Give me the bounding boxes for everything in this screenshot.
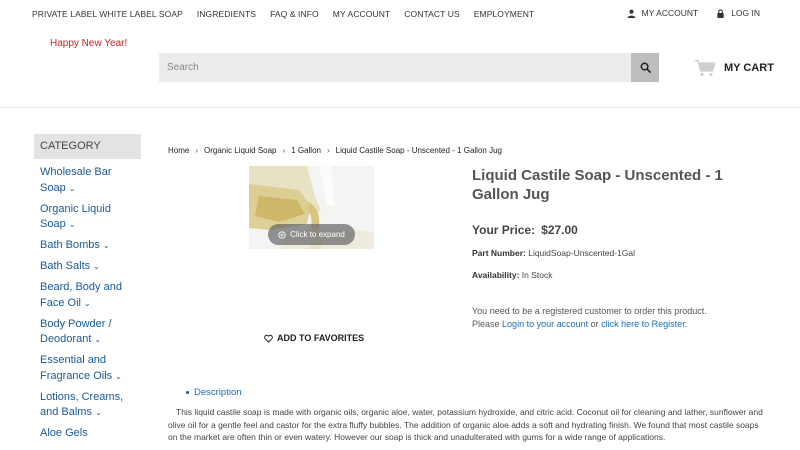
add-to-favorites-button[interactable]: ADD TO FAVORITES: [264, 333, 364, 343]
nav-link-ingredients[interactable]: INGREDIENTS: [197, 9, 256, 19]
product-price: Your Price: $27.00: [472, 223, 578, 237]
heart-icon: [264, 334, 273, 343]
category-label: Wholesale Bar Soap: [40, 166, 112, 194]
category-item-lotions[interactable]: Lotions, Creams, and Balms ⌄: [40, 390, 141, 421]
description-tab[interactable]: Description: [186, 387, 242, 398]
category-item-beard-body-face-oil[interactable]: Beard, Body and Face Oil ⌄: [40, 280, 141, 311]
breadcrumb-separator: ›: [282, 146, 286, 155]
my-account-link[interactable]: MY ACCOUNT: [627, 8, 699, 18]
account-links: MY ACCOUNT LOG IN: [627, 8, 760, 18]
category-item-body-powder[interactable]: Body Powder / Deodorant ⌄: [40, 317, 141, 348]
register-link[interactable]: click here to Register.: [601, 319, 687, 329]
my-account-label: MY ACCOUNT: [641, 8, 699, 18]
top-navigation: PRIVATE LABEL WHITE LABEL SOAP INGREDIEN…: [0, 0, 800, 28]
category-item-wholesale-bar-soap[interactable]: Wholesale Bar Soap ⌄: [40, 165, 141, 196]
top-nav-links: PRIVATE LABEL WHITE LABEL SOAP INGREDIEN…: [32, 9, 534, 19]
chevron-down-icon: ⌄: [83, 298, 91, 308]
category-label: Aloe Gels: [40, 427, 88, 439]
category-label: Bath Bombs: [40, 239, 100, 251]
search-icon: [640, 62, 651, 73]
availability-value: In Stock: [521, 270, 553, 280]
chevron-down-icon: ⌄: [68, 220, 76, 229]
nav-link-contact[interactable]: CONTACT US: [404, 9, 459, 19]
description-tab-label: Description: [194, 387, 242, 398]
breadcrumb-home[interactable]: Home: [168, 146, 189, 155]
category-item-bath-bombs[interactable]: Bath Bombs ⌄: [40, 238, 141, 254]
login-link[interactable]: LOG IN: [716, 8, 760, 18]
category-item-bath-salts[interactable]: Bath Salts ⌄: [40, 259, 141, 275]
search-bar: [159, 53, 659, 82]
price-value: $27.00: [541, 223, 578, 237]
category-sidebar: CATEGORY Wholesale Bar Soap ⌄ Organic Liq…: [34, 134, 141, 447]
click-to-expand-label: Click to expand: [290, 230, 345, 239]
category-label: Beard, Body and Face Oil: [40, 281, 122, 309]
part-number-label: Part Number:: [472, 248, 526, 258]
breadcrumb-current[interactable]: Liquid Castile Soap - Unscented - 1 Gall…: [336, 146, 502, 155]
price-label: Your Price:: [472, 223, 536, 237]
chevron-down-icon: ⌄: [68, 183, 76, 193]
breadcrumb-separator: ›: [326, 146, 330, 155]
category-list: Wholesale Bar Soap ⌄ Organic Liquid Soap ⌄…: [34, 159, 141, 442]
breadcrumb-1-gallon[interactable]: 1 Gallon: [291, 146, 321, 155]
chevron-down-icon: ⌄: [115, 371, 122, 381]
cart-label: MY CART: [724, 62, 774, 74]
availability: Availability: In Stock: [472, 270, 553, 280]
registration-notice: You need to be a registered customer to …: [472, 305, 772, 331]
part-number: Part Number: LiquidSoap-Unscented-1Gal: [472, 248, 635, 258]
category-label: Lotions, Creams, and Balms: [40, 390, 124, 419]
category-item-aloe-gels[interactable]: Aloe Gels: [40, 426, 141, 442]
category-label: Bath Salts: [40, 260, 91, 272]
promo-message: Happy New Year!: [50, 38, 128, 49]
nav-link-faq[interactable]: FAQ & INFO: [270, 9, 319, 19]
availability-label: Availability:: [472, 270, 520, 280]
chevron-down-icon: ⌄: [94, 408, 102, 417]
notice-or: or: [590, 319, 599, 329]
notice-text: You need to be a registered customer to …: [472, 306, 707, 316]
add-to-favorites-label: ADD TO FAVORITES: [277, 333, 365, 343]
breadcrumb-organic-liquid-soap[interactable]: Organic Liquid Soap: [204, 146, 277, 155]
search-button[interactable]: [631, 53, 659, 82]
search-input[interactable]: [159, 53, 631, 82]
chevron-down-icon: ⌄: [102, 241, 110, 250]
lock-icon: [717, 8, 724, 18]
category-item-organic-liquid-soap[interactable]: Organic Liquid Soap ⌄: [40, 202, 141, 233]
product-title: Liquid Castile Soap - Unscented - 1 Gall…: [472, 167, 723, 203]
breadcrumb: Home › Organic Liquid Soap › 1 Gallon › …: [168, 146, 502, 155]
category-heading: CATEGORY: [34, 134, 141, 159]
bullet-icon: [186, 391, 189, 394]
header-divider: [0, 107, 800, 108]
cart-icon: [694, 59, 716, 77]
user-icon: [627, 9, 635, 18]
part-number-value: LiquidSoap-Unscented-1Gal: [528, 248, 636, 258]
click-to-expand-button[interactable]: Click to expand: [268, 224, 355, 245]
login-to-account-link[interactable]: Login to your account: [502, 319, 588, 329]
cart-button[interactable]: MY CART: [694, 59, 774, 77]
category-label: Organic Liquid Soap: [40, 202, 111, 231]
zoom-icon: [278, 230, 286, 239]
nav-link-employment[interactable]: EMPLOYMENT: [474, 9, 535, 19]
category-item-essential-oils[interactable]: Essential and Fragrance Oils ⌄: [40, 353, 141, 384]
nav-link-my-account[interactable]: MY ACCOUNT: [333, 9, 391, 19]
category-label: Essential and Fragrance Oils: [40, 354, 113, 382]
chevron-down-icon: ⌄: [93, 262, 100, 271]
nav-link-private-label[interactable]: PRIVATE LABEL WHITE LABEL SOAP: [32, 9, 183, 19]
notice-please: Please: [472, 319, 500, 329]
breadcrumb-separator: ›: [195, 146, 199, 155]
description-text: This liquid castile soap is made with or…: [168, 407, 763, 442]
chevron-down-icon: ⌄: [94, 335, 102, 344]
login-label: LOG IN: [731, 8, 760, 18]
